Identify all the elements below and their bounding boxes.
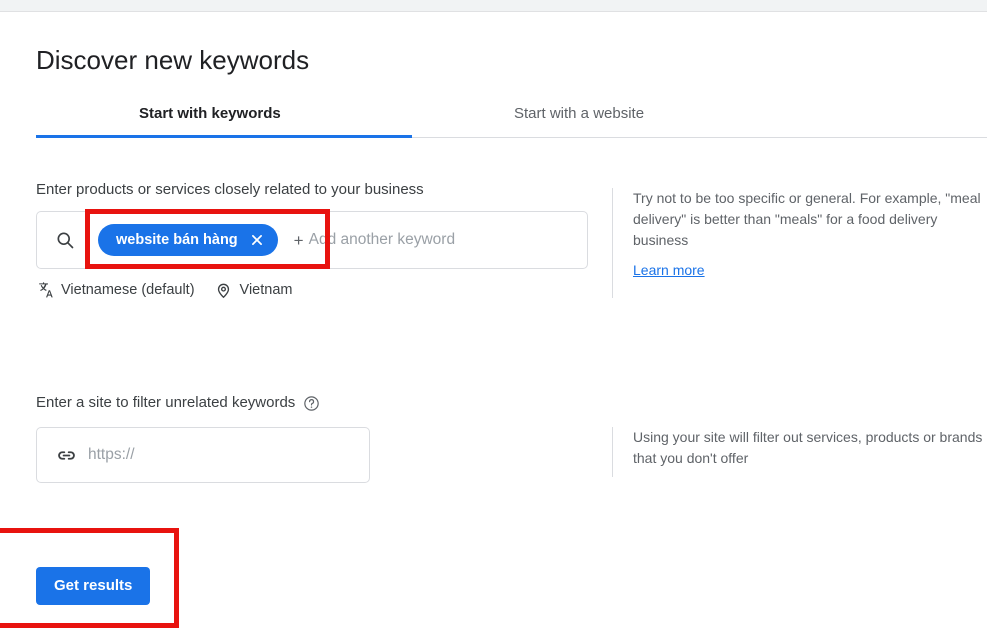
- keywords-field-label: Enter products or services closely relat…: [36, 181, 424, 198]
- translate-icon: [36, 281, 54, 299]
- language-selector[interactable]: Vietnamese (default): [36, 280, 195, 300]
- active-tab-indicator: [36, 135, 412, 138]
- keyword-chip-label: website bán hàng: [116, 232, 238, 248]
- language-label: Vietnamese (default): [61, 282, 195, 298]
- location-label: Vietnam: [239, 282, 293, 298]
- get-results-button[interactable]: Get results: [36, 567, 151, 605]
- keyword-chip[interactable]: website bán hàng: [98, 224, 278, 256]
- site-help-panel: Using your site will filter out services…: [612, 427, 987, 477]
- location-pin-icon: [215, 281, 233, 299]
- tab-bar: Start with keywords Start with a website: [0, 92, 987, 140]
- site-filter-placeholder: https://: [88, 446, 135, 463]
- add-keyword-plus-icon: +: [293, 230, 304, 250]
- site-help-text: Using your site will filter out services…: [633, 429, 983, 466]
- site-field-label: Enter a site to filter unrelated keyword…: [36, 394, 296, 411]
- browser-top-strip: [0, 0, 987, 12]
- help-circle-icon[interactable]: [303, 395, 320, 412]
- tab-start-with-keywords[interactable]: Start with keywords: [139, 92, 281, 136]
- add-keyword-placeholder[interactable]: Add another keyword: [309, 231, 455, 249]
- keywords-meta-row: Vietnamese (default) Vietnam: [36, 280, 292, 300]
- keywords-help-panel: Try not to be too specific or general. F…: [612, 188, 987, 298]
- learn-more-link[interactable]: Learn more: [633, 262, 705, 278]
- close-icon[interactable]: [250, 233, 265, 248]
- link-icon: [55, 444, 77, 466]
- page-title: Discover new keywords: [36, 45, 310, 75]
- tab-start-with-a-website[interactable]: Start with a website: [514, 92, 644, 136]
- site-filter-input[interactable]: https://: [36, 427, 370, 483]
- keywords-input[interactable]: website bán hàng + Add another keyword: [36, 211, 588, 269]
- site-field-label-row: Enter a site to filter unrelated keyword…: [36, 393, 320, 413]
- search-icon: [54, 229, 76, 251]
- keywords-help-text: Try not to be too specific or general. F…: [633, 190, 981, 248]
- location-selector[interactable]: Vietnam: [215, 280, 293, 300]
